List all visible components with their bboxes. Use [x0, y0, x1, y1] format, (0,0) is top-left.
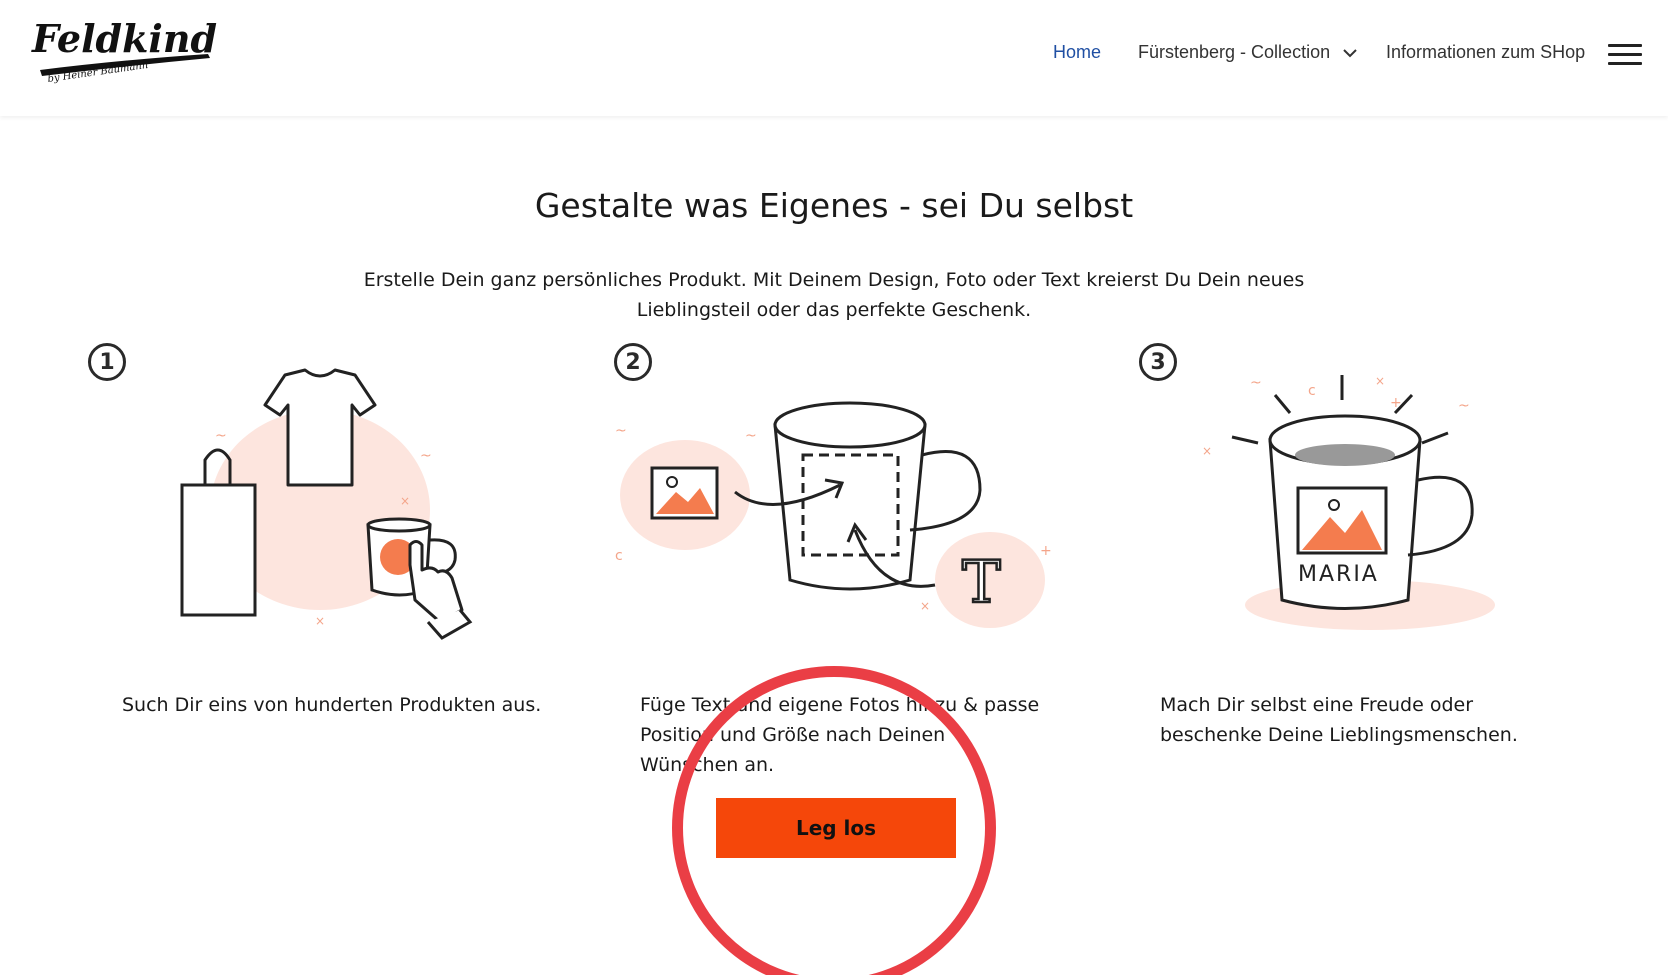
- personalize-mug-illustration: T ~ ~ c × +: [615, 401, 1052, 628]
- svg-text:c: c: [1308, 383, 1316, 399]
- hamburger-menu-icon[interactable]: [1608, 44, 1642, 66]
- svg-text:×: ×: [315, 614, 325, 628]
- chevron-down-icon: [1343, 49, 1357, 58]
- step-2-number: 2: [614, 343, 652, 381]
- svg-text:+: +: [1040, 543, 1052, 559]
- svg-text:×: ×: [400, 494, 410, 508]
- step-1-text: Such Dir eins von hunderten Produkten au…: [122, 694, 542, 716]
- nav-informationen[interactable]: Informationen zum SHop: [1386, 42, 1585, 63]
- intro-text: Erstelle Dein ganz persönliches Produkt.…: [363, 269, 1305, 321]
- svg-text:~: ~: [745, 428, 757, 444]
- svg-text:~: ~: [1458, 398, 1470, 414]
- svg-text:~: ~: [215, 428, 227, 444]
- svg-text:×: ×: [1375, 374, 1385, 388]
- svg-text:+: +: [1390, 395, 1402, 411]
- svg-text:~: ~: [420, 448, 432, 464]
- personalized-mug-illustration: MARIA ~ c × + ~ ×: [1202, 374, 1495, 630]
- step-3-text: Mach Dir selbst eine Freude oder beschen…: [1160, 694, 1518, 746]
- svg-text:×: ×: [920, 599, 930, 613]
- step-1-number: 1: [88, 343, 126, 381]
- svg-text:~: ~: [1250, 375, 1262, 391]
- logo-text: Feldkind: [31, 16, 217, 61]
- leg-los-button[interactable]: Leg los: [716, 798, 956, 858]
- feldkind-logo[interactable]: Feldkind by Heiner Baumann: [30, 12, 230, 92]
- nav-fuerstenberg-label: Fürstenberg - Collection: [1138, 42, 1331, 62]
- svg-text:c: c: [615, 548, 623, 564]
- step-2-text: Füge Text und eigene Fotos hinzu & passe…: [640, 694, 1040, 776]
- nav-fuerstenberg-collection[interactable]: Fürstenberg - Collection: [1138, 42, 1357, 63]
- page-headline: Gestalte was Eigenes - sei Du selbst: [534, 186, 1134, 225]
- products-illustration: ~ ~ × ×: [180, 368, 473, 640]
- nav-home[interactable]: Home: [1053, 42, 1101, 63]
- svg-text:~: ~: [615, 423, 627, 439]
- svg-text:×: ×: [1202, 444, 1212, 458]
- svg-text:T: T: [962, 548, 1001, 616]
- site-header: Feldkind by Heiner Baumann Home Fürstenb…: [0, 0, 1668, 116]
- step-3-number: 3: [1139, 343, 1177, 381]
- mug-label: MARIA: [1298, 562, 1379, 587]
